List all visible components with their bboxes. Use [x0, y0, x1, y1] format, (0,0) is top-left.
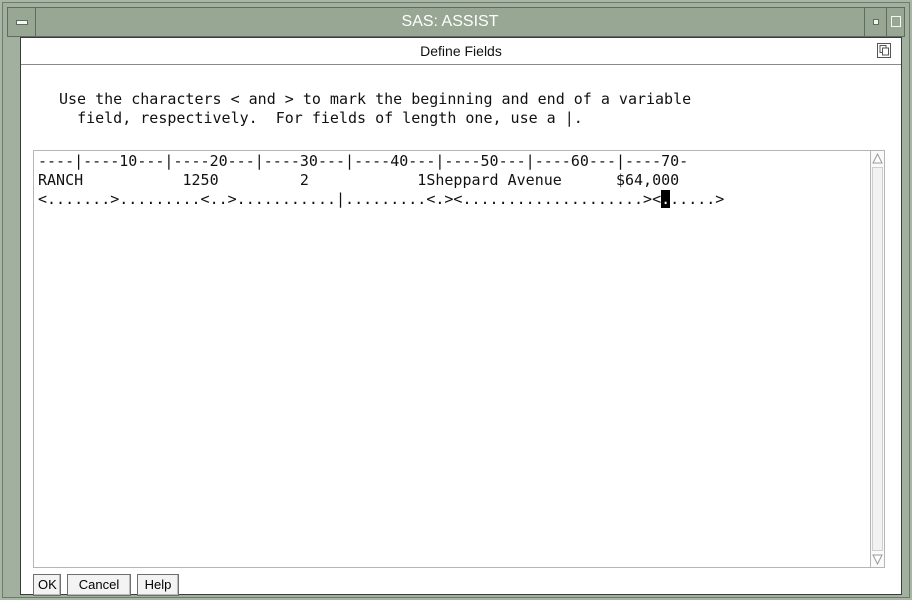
instruction-line: field, respectively. For fields of lengt…: [77, 109, 583, 127]
copy-icon[interactable]: [877, 43, 891, 58]
scroll-thumb[interactable]: [872, 167, 883, 551]
data-record-line: RANCH 1250 2 1Sheppard Avenue $64,000: [38, 171, 680, 189]
text-cursor: .: [661, 190, 671, 208]
scroll-down-arrow-icon[interactable]: [872, 554, 883, 565]
help-button[interactable]: Help: [137, 574, 179, 596]
sas-assist-window: SAS: ASSIST Define Fields Use the charac…: [2, 2, 910, 598]
window-menu-icon[interactable]: [8, 8, 36, 36]
field-markers-tail: .....>: [670, 190, 725, 208]
title-bar[interactable]: SAS: ASSIST: [7, 7, 905, 37]
dialog-header: Define Fields: [21, 38, 901, 65]
instruction-line: Use the characters < and > to mark the b…: [59, 90, 692, 108]
vertical-scrollbar[interactable]: [870, 151, 884, 567]
instructions-text: Use the characters < and > to mark the b…: [59, 90, 691, 128]
cancel-button[interactable]: Cancel: [67, 574, 131, 596]
scroll-up-arrow-icon[interactable]: [872, 153, 883, 164]
maximize-icon[interactable]: [886, 8, 904, 36]
field-definition-editor[interactable]: ----|----10---|----20---|----30---|----4…: [33, 150, 885, 568]
button-bar: OK Cancel Help: [33, 568, 885, 596]
dialog-title: Define Fields: [420, 43, 502, 59]
define-fields-dialog: Define Fields Use the characters < and >…: [20, 37, 902, 596]
field-marker-line[interactable]: <.......>.........<..>...........|......…: [38, 190, 724, 208]
ok-button[interactable]: OK: [33, 574, 61, 596]
column-ruler: ----|----10---|----20---|----30---|----4…: [38, 152, 689, 170]
minimize-icon[interactable]: [864, 8, 886, 36]
window-title: SAS: ASSIST: [401, 13, 499, 30]
field-markers: <.......>.........<..>...........|......…: [38, 190, 662, 208]
